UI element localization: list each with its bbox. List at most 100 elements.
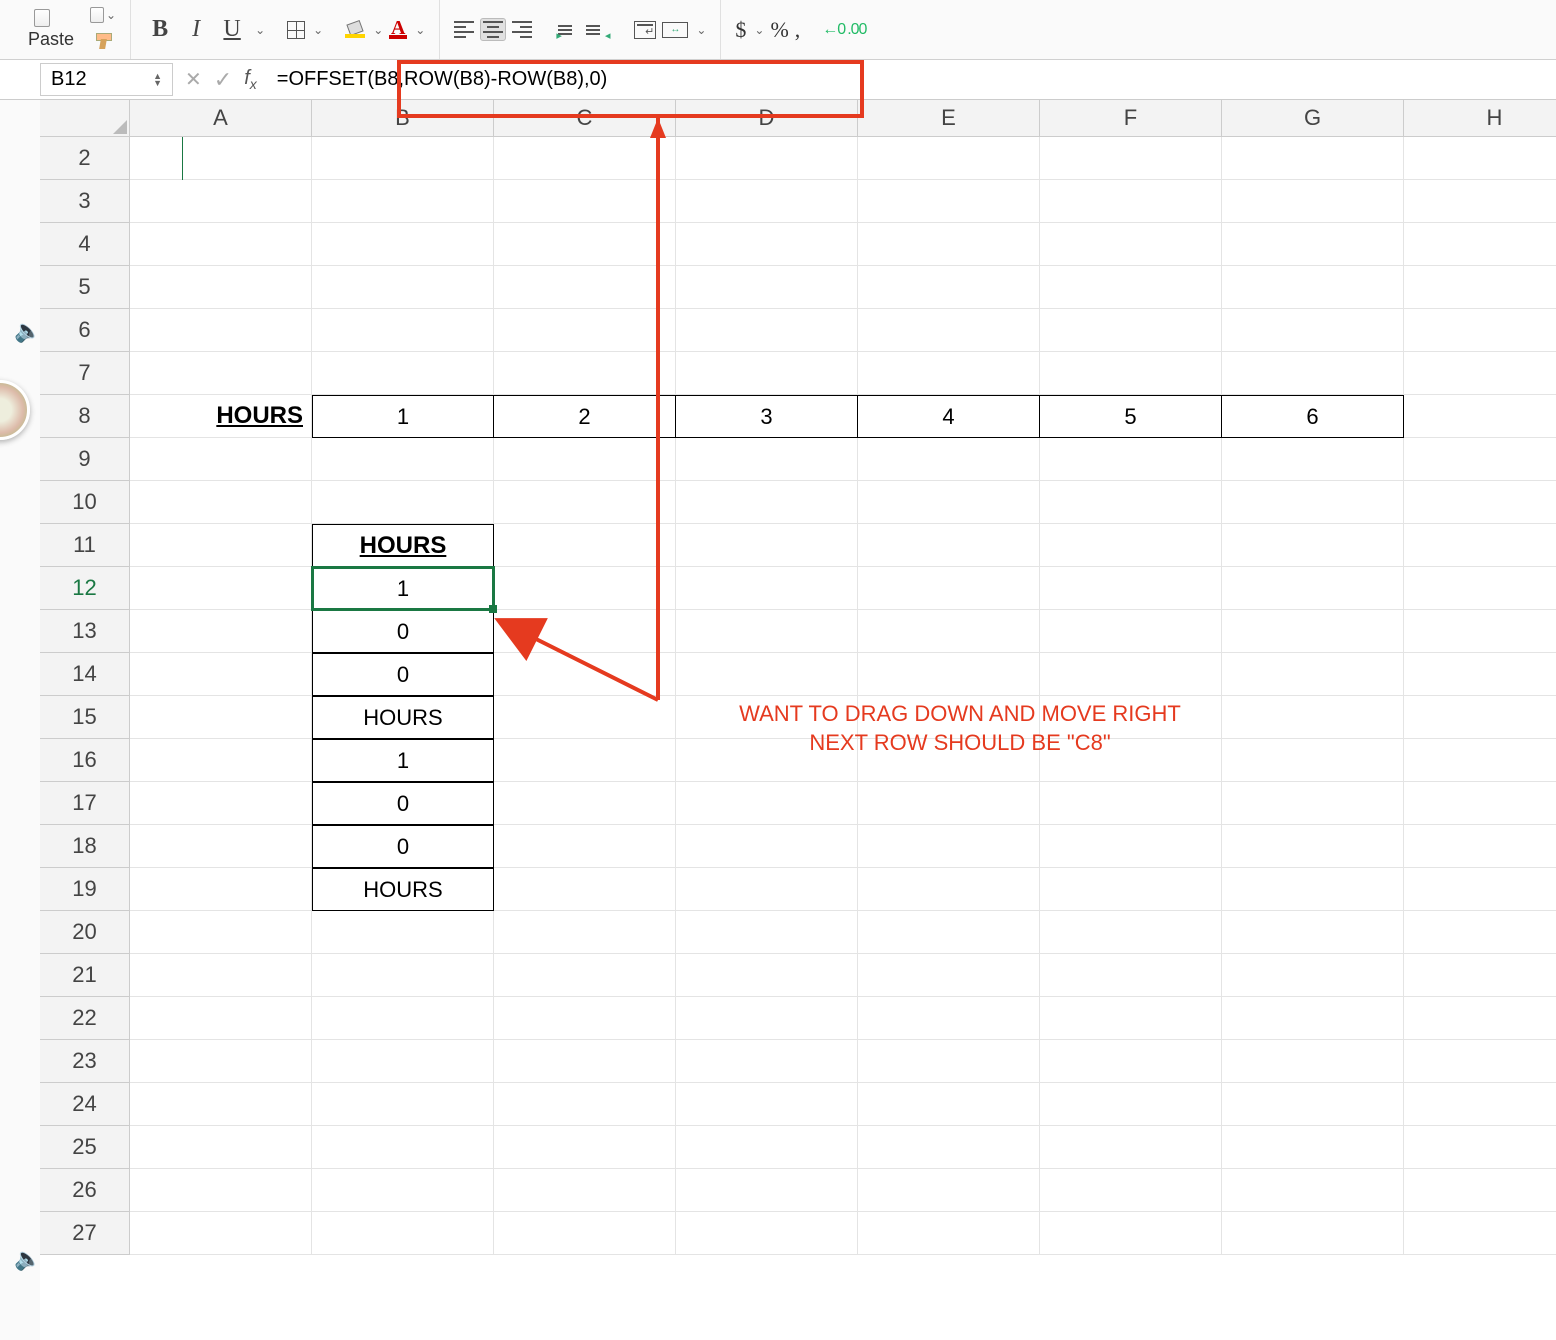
- cell-E17[interactable]: [858, 782, 1040, 825]
- cell-C4[interactable]: [494, 223, 676, 266]
- cell-G11[interactable]: [1222, 524, 1404, 567]
- cell-H5[interactable]: [1404, 266, 1556, 309]
- row-header-11[interactable]: 11: [40, 524, 130, 567]
- cell-A14[interactable]: [130, 653, 312, 696]
- col-header-F[interactable]: F: [1040, 100, 1222, 137]
- cell-E26[interactable]: [858, 1169, 1040, 1212]
- cell-B19[interactable]: HOURS: [312, 868, 494, 911]
- cell-A16[interactable]: [130, 739, 312, 782]
- cell-B13[interactable]: 0: [312, 610, 494, 653]
- cell-E13[interactable]: [858, 610, 1040, 653]
- cell-H14[interactable]: [1404, 653, 1556, 696]
- cell-D20[interactable]: [676, 911, 858, 954]
- align-right-button[interactable]: [512, 21, 532, 38]
- cell-G9[interactable]: [1222, 438, 1404, 481]
- cell-C10[interactable]: [494, 481, 676, 524]
- cell-H15[interactable]: [1404, 696, 1556, 739]
- cell-H24[interactable]: [1404, 1083, 1556, 1126]
- cell-A22[interactable]: [130, 997, 312, 1040]
- cell-G12[interactable]: [1222, 567, 1404, 610]
- cell-B23[interactable]: [312, 1040, 494, 1083]
- col-header-A[interactable]: A: [130, 100, 312, 137]
- cell-G16[interactable]: [1222, 739, 1404, 782]
- row-header-24[interactable]: 24: [40, 1083, 130, 1126]
- select-all-corner[interactable]: [40, 100, 130, 137]
- bold-button[interactable]: B: [145, 15, 175, 45]
- cell-G17[interactable]: [1222, 782, 1404, 825]
- align-left-button[interactable]: [454, 21, 474, 38]
- cell-G19[interactable]: [1222, 868, 1404, 911]
- cell-B14[interactable]: 0: [312, 653, 494, 696]
- cell-A9[interactable]: [130, 438, 312, 481]
- cell-G27[interactable]: [1222, 1212, 1404, 1255]
- cell-G8[interactable]: 6: [1222, 395, 1404, 438]
- cell-C6[interactable]: [494, 309, 676, 352]
- cell-A19[interactable]: [130, 868, 312, 911]
- decrease-indent-button[interactable]: ▸: [558, 25, 580, 35]
- format-painter-button[interactable]: [90, 29, 116, 53]
- fx-icon[interactable]: fx: [244, 67, 257, 92]
- cell-A2[interactable]: [130, 137, 312, 180]
- cell-E25[interactable]: [858, 1126, 1040, 1169]
- row-header-22[interactable]: 22: [40, 997, 130, 1040]
- cell-E12[interactable]: [858, 567, 1040, 610]
- cell-G20[interactable]: [1222, 911, 1404, 954]
- col-header-D[interactable]: D: [676, 100, 858, 137]
- cell-E22[interactable]: [858, 997, 1040, 1040]
- row-header-8[interactable]: 8: [40, 395, 130, 438]
- cell-E7[interactable]: [858, 352, 1040, 395]
- cell-C5[interactable]: [494, 266, 676, 309]
- cell-H23[interactable]: [1404, 1040, 1556, 1083]
- cell-H12[interactable]: [1404, 567, 1556, 610]
- name-box[interactable]: B12 ▲▼: [40, 63, 173, 96]
- cell-grid[interactable]: HOURS123456HOURS100HOURS100HOURS: [130, 137, 1556, 1255]
- row-header-17[interactable]: 17: [40, 782, 130, 825]
- cell-E21[interactable]: [858, 954, 1040, 997]
- name-box-stepper[interactable]: ▲▼: [153, 73, 162, 87]
- cell-F25[interactable]: [1040, 1126, 1222, 1169]
- cell-H4[interactable]: [1404, 223, 1556, 266]
- wrap-text-button[interactable]: [634, 21, 656, 39]
- cell-E5[interactable]: [858, 266, 1040, 309]
- cell-A25[interactable]: [130, 1126, 312, 1169]
- cell-F20[interactable]: [1040, 911, 1222, 954]
- cell-B10[interactable]: [312, 481, 494, 524]
- cell-F3[interactable]: [1040, 180, 1222, 223]
- cell-D19[interactable]: [676, 868, 858, 911]
- cell-E10[interactable]: [858, 481, 1040, 524]
- cell-C13[interactable]: [494, 610, 676, 653]
- comma-button[interactable]: ,: [795, 17, 801, 43]
- cell-D23[interactable]: [676, 1040, 858, 1083]
- cell-F14[interactable]: [1040, 653, 1222, 696]
- cell-C25[interactable]: [494, 1126, 676, 1169]
- cell-D26[interactable]: [676, 1169, 858, 1212]
- cell-H3[interactable]: [1404, 180, 1556, 223]
- row-header-19[interactable]: 19: [40, 868, 130, 911]
- cell-B20[interactable]: [312, 911, 494, 954]
- cell-D13[interactable]: [676, 610, 858, 653]
- cell-F9[interactable]: [1040, 438, 1222, 481]
- cell-C2[interactable]: [494, 137, 676, 180]
- cell-C24[interactable]: [494, 1083, 676, 1126]
- cell-F10[interactable]: [1040, 481, 1222, 524]
- cancel-formula-button[interactable]: ✕: [185, 67, 202, 92]
- cell-C21[interactable]: [494, 954, 676, 997]
- cell-A5[interactable]: [130, 266, 312, 309]
- cell-A10[interactable]: [130, 481, 312, 524]
- cell-H21[interactable]: [1404, 954, 1556, 997]
- cell-B5[interactable]: [312, 266, 494, 309]
- cell-F19[interactable]: [1040, 868, 1222, 911]
- cell-B18[interactable]: 0: [312, 825, 494, 868]
- cell-B3[interactable]: [312, 180, 494, 223]
- cell-G3[interactable]: [1222, 180, 1404, 223]
- cell-C12[interactable]: [494, 567, 676, 610]
- cell-C22[interactable]: [494, 997, 676, 1040]
- cell-H16[interactable]: [1404, 739, 1556, 782]
- formula-input[interactable]: [269, 63, 1556, 96]
- increase-decimal-button[interactable]: ←0.00: [822, 21, 866, 39]
- row-header-7[interactable]: 7: [40, 352, 130, 395]
- cell-H25[interactable]: [1404, 1126, 1556, 1169]
- cell-D27[interactable]: [676, 1212, 858, 1255]
- cell-E2[interactable]: [858, 137, 1040, 180]
- cell-H19[interactable]: [1404, 868, 1556, 911]
